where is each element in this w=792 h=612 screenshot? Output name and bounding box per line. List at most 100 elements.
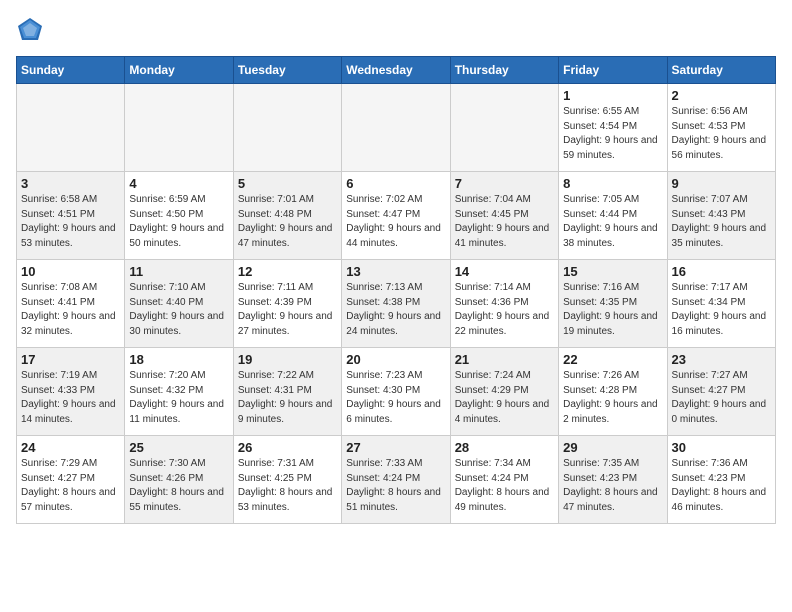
calendar-cell: 24Sunrise: 7:29 AM Sunset: 4:27 PM Dayli…: [17, 436, 125, 524]
day-number: 9: [672, 176, 771, 191]
calendar-cell: 19 Sunrise: 7:22 AM Sunset: 4:31 PM Dayli…: [233, 348, 341, 436]
day-info: Sunrise: 7:33 AM Sunset: 4:24 PM Dayligh…: [346, 457, 445, 515]
day-info: Sunrise: 7:10 AM Sunset: 4:40 PM Dayligh…: [129, 281, 228, 339]
day-number: 20: [346, 352, 445, 367]
calendar-cell: 26 Sunrise: 7:31 AM Sunset: 4:25 PM Dayli…: [233, 436, 341, 524]
day-number: 18: [129, 352, 228, 367]
calendar-cell: 14 Sunrise: 7:14 AM Sunset: 4:36 PM Dayli…: [450, 260, 558, 348]
calendar-cell: 15 Sunrise: 7:16 AM Sunset: 4:35 PM Dayli…: [559, 260, 667, 348]
day-number: 12: [238, 264, 337, 279]
calendar-cell: 8 Sunrise: 7:05 AM Sunset: 4:44 PM Daylig…: [559, 172, 667, 260]
weekday-header: Tuesday: [233, 57, 341, 84]
calendar-week-row: 1 Sunrise: 6:55 AM Sunset: 4:54 PM Daylig…: [17, 84, 776, 172]
calendar-cell: 28 Sunrise: 7:34 AM Sunset: 4:24 PM Dayli…: [450, 436, 558, 524]
calendar-cell: 21 Sunrise: 7:24 AM Sunset: 4:29 PM Dayli…: [450, 348, 558, 436]
day-info: Sunrise: 7:20 AM Sunset: 4:32 PM Dayligh…: [129, 369, 228, 427]
day-info: Sunrise: 7:14 AM Sunset: 4:36 PM Dayligh…: [455, 281, 554, 339]
logo: [16, 16, 48, 44]
day-number: 14: [455, 264, 554, 279]
day-info: Sunrise: 7:07 AM Sunset: 4:43 PM Dayligh…: [672, 193, 771, 251]
calendar-cell: 6 Sunrise: 7:02 AM Sunset: 4:47 PM Daylig…: [342, 172, 450, 260]
day-number: 6: [346, 176, 445, 191]
calendar-cell: 3Sunrise: 6:58 AM Sunset: 4:51 PM Daylig…: [17, 172, 125, 260]
day-info: Sunrise: 6:58 AM Sunset: 4:51 PM Dayligh…: [21, 193, 120, 251]
day-number: 22: [563, 352, 662, 367]
calendar-week-row: 17Sunrise: 7:19 AM Sunset: 4:33 PM Dayli…: [17, 348, 776, 436]
day-info: Sunrise: 7:34 AM Sunset: 4:24 PM Dayligh…: [455, 457, 554, 515]
calendar-cell: [125, 84, 233, 172]
calendar-cell: [17, 84, 125, 172]
day-info: Sunrise: 7:36 AM Sunset: 4:23 PM Dayligh…: [672, 457, 771, 515]
day-number: 1: [563, 88, 662, 103]
day-info: Sunrise: 7:16 AM Sunset: 4:35 PM Dayligh…: [563, 281, 662, 339]
day-number: 25: [129, 440, 228, 455]
calendar-cell: 18 Sunrise: 7:20 AM Sunset: 4:32 PM Dayli…: [125, 348, 233, 436]
day-number: 4: [129, 176, 228, 191]
day-info: Sunrise: 7:24 AM Sunset: 4:29 PM Dayligh…: [455, 369, 554, 427]
day-info: Sunrise: 7:13 AM Sunset: 4:38 PM Dayligh…: [346, 281, 445, 339]
day-number: 27: [346, 440, 445, 455]
calendar-cell: 5 Sunrise: 7:01 AM Sunset: 4:48 PM Daylig…: [233, 172, 341, 260]
calendar-cell: 11 Sunrise: 7:10 AM Sunset: 4:40 PM Dayli…: [125, 260, 233, 348]
day-number: 7: [455, 176, 554, 191]
calendar-cell: 13 Sunrise: 7:13 AM Sunset: 4:38 PM Dayli…: [342, 260, 450, 348]
calendar-table: SundayMondayTuesdayWednesdayThursdayFrid…: [16, 56, 776, 524]
calendar-cell: 20Sunrise: 7:23 AM Sunset: 4:30 PM Dayli…: [342, 348, 450, 436]
day-number: 30: [672, 440, 771, 455]
day-number: 13: [346, 264, 445, 279]
day-number: 11: [129, 264, 228, 279]
calendar-cell: 10Sunrise: 7:08 AM Sunset: 4:41 PM Dayli…: [17, 260, 125, 348]
day-info: Sunrise: 7:17 AM Sunset: 4:34 PM Dayligh…: [672, 281, 771, 339]
weekday-header: Thursday: [450, 57, 558, 84]
day-info: Sunrise: 7:19 AM Sunset: 4:33 PM Dayligh…: [21, 369, 120, 427]
day-info: Sunrise: 7:31 AM Sunset: 4:25 PM Dayligh…: [238, 457, 337, 515]
day-number: 15: [563, 264, 662, 279]
day-number: 16: [672, 264, 771, 279]
calendar-cell: 4 Sunrise: 6:59 AM Sunset: 4:50 PM Daylig…: [125, 172, 233, 260]
day-info: Sunrise: 7:05 AM Sunset: 4:44 PM Dayligh…: [563, 193, 662, 251]
day-number: 19: [238, 352, 337, 367]
weekday-header: Sunday: [17, 57, 125, 84]
calendar-week-row: 10Sunrise: 7:08 AM Sunset: 4:41 PM Dayli…: [17, 260, 776, 348]
calendar-cell: 23 Sunrise: 7:27 AM Sunset: 4:27 PM Dayli…: [667, 348, 775, 436]
day-info: Sunrise: 7:02 AM Sunset: 4:47 PM Dayligh…: [346, 193, 445, 251]
calendar-cell: 29 Sunrise: 7:35 AM Sunset: 4:23 PM Dayli…: [559, 436, 667, 524]
day-info: Sunrise: 6:59 AM Sunset: 4:50 PM Dayligh…: [129, 193, 228, 251]
day-info: Sunrise: 7:30 AM Sunset: 4:26 PM Dayligh…: [129, 457, 228, 515]
calendar-cell: 27 Sunrise: 7:33 AM Sunset: 4:24 PM Dayli…: [342, 436, 450, 524]
weekday-header: Wednesday: [342, 57, 450, 84]
calendar-cell: 17Sunrise: 7:19 AM Sunset: 4:33 PM Dayli…: [17, 348, 125, 436]
day-info: Sunrise: 7:01 AM Sunset: 4:48 PM Dayligh…: [238, 193, 337, 251]
weekday-header: Saturday: [667, 57, 775, 84]
calendar-cell: 25 Sunrise: 7:30 AM Sunset: 4:26 PM Dayli…: [125, 436, 233, 524]
day-info: Sunrise: 6:55 AM Sunset: 4:54 PM Dayligh…: [563, 105, 662, 163]
day-number: 21: [455, 352, 554, 367]
day-number: 24: [21, 440, 120, 455]
day-info: Sunrise: 7:08 AM Sunset: 4:41 PM Dayligh…: [21, 281, 120, 339]
day-info: Sunrise: 7:35 AM Sunset: 4:23 PM Dayligh…: [563, 457, 662, 515]
day-info: Sunrise: 7:27 AM Sunset: 4:27 PM Dayligh…: [672, 369, 771, 427]
weekday-header: Monday: [125, 57, 233, 84]
day-number: 8: [563, 176, 662, 191]
calendar-cell: 9 Sunrise: 7:07 AM Sunset: 4:43 PM Daylig…: [667, 172, 775, 260]
calendar-week-row: 24Sunrise: 7:29 AM Sunset: 4:27 PM Dayli…: [17, 436, 776, 524]
day-number: 28: [455, 440, 554, 455]
day-number: 23: [672, 352, 771, 367]
day-info: Sunrise: 7:22 AM Sunset: 4:31 PM Dayligh…: [238, 369, 337, 427]
calendar-cell: [233, 84, 341, 172]
logo-icon: [16, 16, 44, 44]
calendar-cell: 7Sunrise: 7:04 AM Sunset: 4:45 PM Daylig…: [450, 172, 558, 260]
calendar-cell: [342, 84, 450, 172]
day-info: Sunrise: 6:56 AM Sunset: 4:53 PM Dayligh…: [672, 105, 771, 163]
calendar-cell: 22 Sunrise: 7:26 AM Sunset: 4:28 PM Dayli…: [559, 348, 667, 436]
day-number: 2: [672, 88, 771, 103]
calendar-cell: [450, 84, 558, 172]
weekday-header-row: SundayMondayTuesdayWednesdayThursdayFrid…: [17, 57, 776, 84]
calendar-cell: 2 Sunrise: 6:56 AM Sunset: 4:53 PM Daylig…: [667, 84, 775, 172]
day-info: Sunrise: 7:26 AM Sunset: 4:28 PM Dayligh…: [563, 369, 662, 427]
day-number: 26: [238, 440, 337, 455]
day-number: 29: [563, 440, 662, 455]
calendar-cell: 16 Sunrise: 7:17 AM Sunset: 4:34 PM Dayli…: [667, 260, 775, 348]
day-number: 5: [238, 176, 337, 191]
weekday-header: Friday: [559, 57, 667, 84]
